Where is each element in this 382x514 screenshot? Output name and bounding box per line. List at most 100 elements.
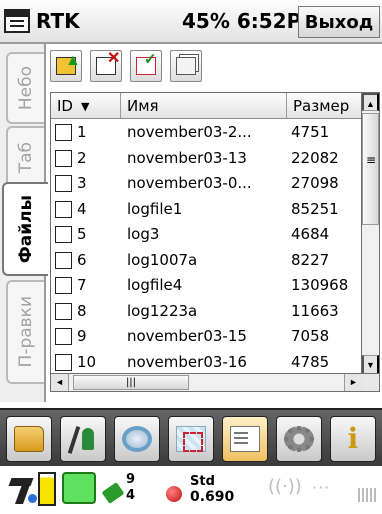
row-checkbox[interactable] xyxy=(55,226,72,243)
scroll-down-button[interactable]: ▼ xyxy=(362,355,379,373)
tab-sky-label: Небо xyxy=(16,65,36,111)
satellites-line2: 4 xyxy=(126,488,136,503)
tab-edits[interactable]: П-равки xyxy=(6,280,44,384)
row-id: 7 xyxy=(77,276,87,294)
row-checkbox[interactable] xyxy=(55,302,72,320)
title-bar: RTK 45% 6:52P Выход xyxy=(0,0,382,44)
row-size: 130968 xyxy=(291,276,349,294)
tab-table[interactable]: Таб xyxy=(6,126,44,190)
deselect-button[interactable] xyxy=(170,50,202,82)
settings-app-button[interactable] xyxy=(276,416,322,462)
file-toolbar: ▲ ✕ ✓ xyxy=(50,50,202,88)
row-checkbox[interactable] xyxy=(55,175,72,192)
tab-sky[interactable]: Небо xyxy=(6,52,44,124)
status-bar: 9 4 Std 0.690 ((·)) ··· xyxy=(0,466,382,514)
external-power-icon[interactable] xyxy=(62,472,96,504)
row-size: 4751 xyxy=(291,123,330,141)
survey-app-button[interactable] xyxy=(60,416,106,462)
battery-icon[interactable] xyxy=(38,472,56,506)
survey-icon xyxy=(68,426,98,452)
deselect-icon xyxy=(176,57,196,75)
position-fix-status[interactable]: Std 0.690 xyxy=(166,474,246,508)
scroll-left-button[interactable]: ◄ xyxy=(51,374,69,391)
horizontal-scroll-thumb[interactable]: ||| xyxy=(73,375,189,390)
folder-icon xyxy=(14,426,44,452)
tab-table-label: Таб xyxy=(16,142,36,174)
map-app-button[interactable] xyxy=(168,416,214,462)
table-row[interactable]: 5 log3 4684 xyxy=(51,222,361,247)
start-menu-icon[interactable] xyxy=(4,9,30,33)
satellite-status[interactable]: 9 4 xyxy=(101,472,138,506)
signal-bars-icon xyxy=(358,488,376,502)
row-id: 4 xyxy=(77,199,87,218)
radio-icon[interactable]: ((·)) xyxy=(268,476,302,497)
search-app-button[interactable] xyxy=(114,416,160,462)
row-size: 22082 xyxy=(291,148,339,167)
row-name: november03-13 xyxy=(127,148,247,167)
side-tabs: Небо Таб Файлы П-равки xyxy=(0,44,48,402)
row-checkbox[interactable] xyxy=(55,251,72,269)
row-size: 8227 xyxy=(291,250,330,269)
row-size: 4684 xyxy=(291,225,330,243)
table-row[interactable]: 7 logfile4 130968 xyxy=(51,273,361,298)
row-size: 11663 xyxy=(291,301,339,320)
document-app-button[interactable] xyxy=(222,416,268,462)
row-checkbox[interactable] xyxy=(55,149,72,167)
row-checkbox[interactable] xyxy=(55,277,72,294)
row-checkbox[interactable] xyxy=(55,124,72,141)
scroll-right-button[interactable]: ► xyxy=(344,374,362,391)
row-size: 7058 xyxy=(291,327,330,345)
table-row[interactable]: 3 november03-0... 27098 xyxy=(51,171,361,196)
row-id: 8 xyxy=(77,301,87,320)
table-row[interactable]: 6 log1007a 8227 xyxy=(51,248,361,273)
vertical-scroll-thumb[interactable]: ≡ xyxy=(362,113,379,225)
row-id: 1 xyxy=(77,123,87,141)
table-row[interactable]: 2 november03-13 22082 xyxy=(51,146,361,171)
vertical-scrollbar[interactable]: ▲ ≡ ▼ xyxy=(362,92,380,374)
table-header: ID ▼ Имя Размер xyxy=(51,93,361,119)
row-id: 5 xyxy=(77,225,87,243)
row-size: 85251 xyxy=(291,199,339,218)
row-name: log1007a xyxy=(127,250,198,269)
row-name: logfile1 xyxy=(127,199,183,218)
delete-button[interactable]: ✕ xyxy=(90,50,122,82)
row-checkbox[interactable] xyxy=(55,328,72,345)
import-button[interactable]: ▲ xyxy=(50,50,82,82)
row-checkbox[interactable] xyxy=(55,200,72,218)
horizontal-scrollbar[interactable]: ◄ ||| ► xyxy=(50,374,362,392)
row-id: 9 xyxy=(77,327,87,345)
row-name: november03-0... xyxy=(127,174,252,192)
tab-files[interactable]: Файлы xyxy=(2,182,48,276)
row-size: 4785 xyxy=(291,352,330,371)
tab-files-label: Файлы xyxy=(16,194,36,264)
document-icon xyxy=(230,426,260,452)
gear-icon xyxy=(284,426,314,452)
table-row[interactable]: 4 logfile1 85251 xyxy=(51,197,361,222)
row-name: november03-16 xyxy=(127,352,247,371)
satellites-line1: 9 xyxy=(126,472,136,487)
select-all-button[interactable]: ✓ xyxy=(130,50,162,82)
row-name: november03-2... xyxy=(127,123,252,141)
file-table: ID ▼ Имя Размер 1 november03-2... 4751 2 nove… xyxy=(50,92,362,374)
row-id: 10 xyxy=(77,352,97,371)
fix-type: Std xyxy=(190,474,215,489)
column-header-name[interactable]: Имя xyxy=(121,93,287,119)
row-checkbox[interactable] xyxy=(55,353,72,371)
column-header-size[interactable]: Размер xyxy=(287,93,361,119)
column-header-id[interactable]: ID ▼ xyxy=(51,93,121,119)
map-icon xyxy=(176,426,206,452)
table-row[interactable]: 8 log1223a 11663 xyxy=(51,299,361,324)
files-app-button[interactable] xyxy=(6,416,52,462)
table-row[interactable]: 9 november03-15 7058 xyxy=(51,324,361,349)
table-row[interactable]: 10 november03-16 4785 xyxy=(51,350,361,374)
satellite-icon xyxy=(101,482,125,504)
info-app-button[interactable]: i xyxy=(330,416,376,462)
exit-button[interactable]: Выход xyxy=(298,6,380,38)
app-window: RTK 45% 6:52P Выход Небо Таб Файлы П-рав… xyxy=(0,0,382,514)
scroll-up-button[interactable]: ▲ xyxy=(362,93,379,111)
sort-desc-icon: ▼ xyxy=(80,99,90,113)
app-title: RTK xyxy=(36,9,80,33)
row-size: 27098 xyxy=(291,174,339,192)
battery-time-status: 45% 6:52P xyxy=(182,9,302,33)
table-row[interactable]: 1 november03-2... 4751 xyxy=(51,120,361,145)
